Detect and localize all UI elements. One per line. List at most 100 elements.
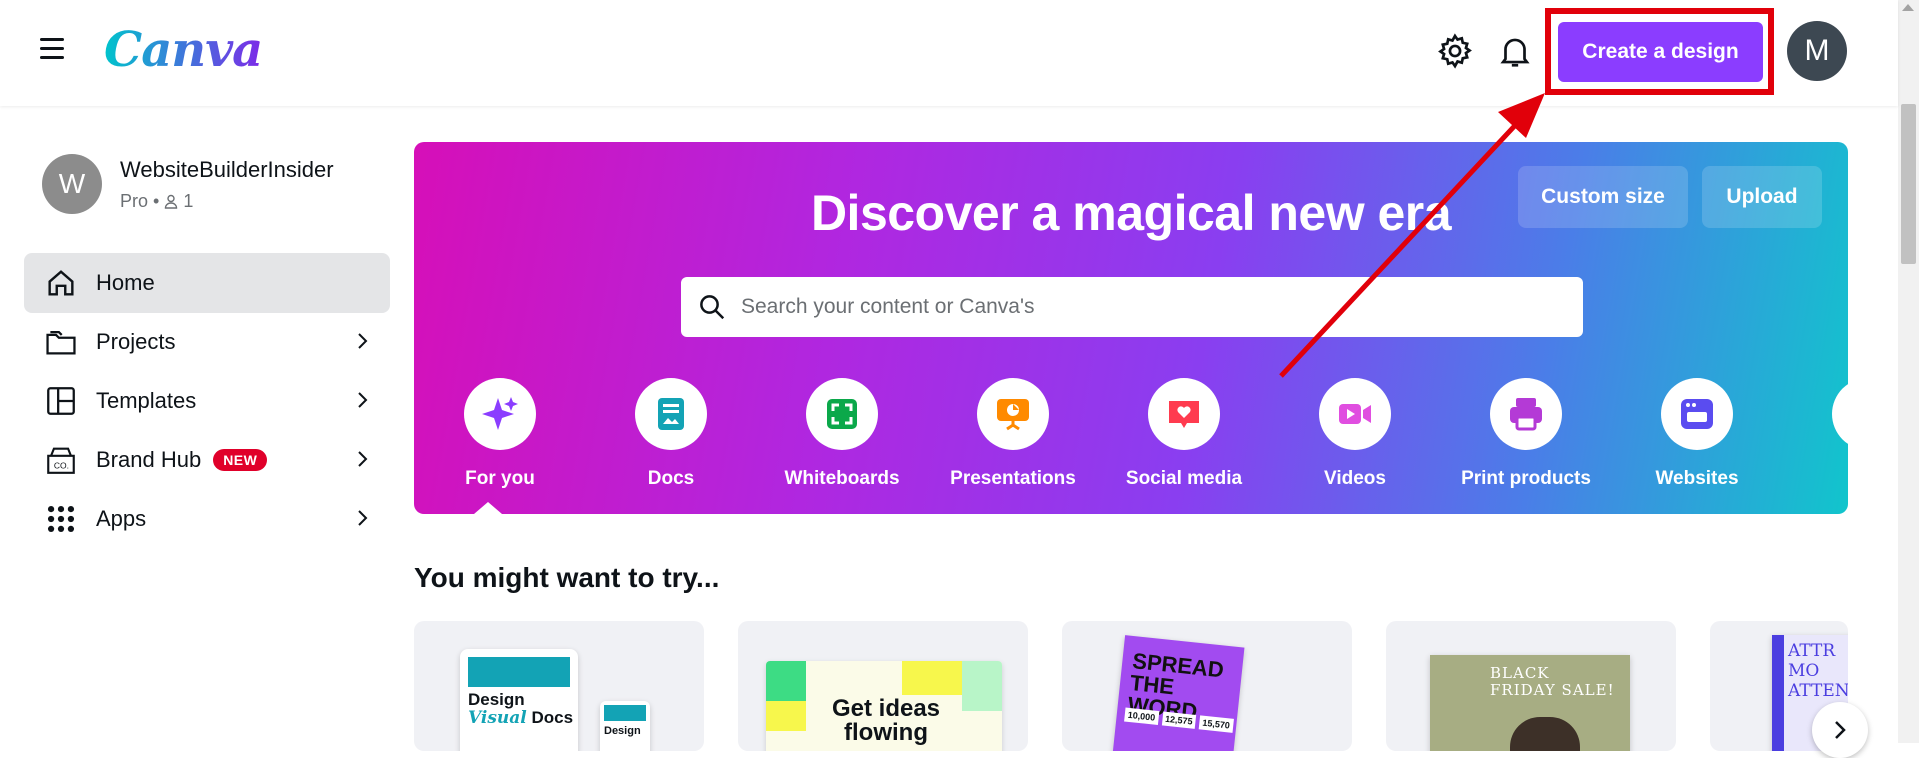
search-icon [700,295,725,320]
heart-icon [1169,401,1199,428]
account-switcher[interactable]: W WebsiteBuilderInsider Pro • 1 [42,154,334,214]
category-videos[interactable]: Videos [1270,378,1440,490]
canva-logo[interactable]: Canva [104,22,263,78]
poster-thumbnail: SPREAD THE WORD 10,000 12,575 15,570 [1111,635,1245,751]
partial-text: ATTR MO ATTEN [1788,641,1848,701]
category-presentations[interactable]: Presentations [928,378,1098,490]
category-docs[interactable]: Docs [586,378,756,490]
home-icon [48,270,74,296]
apps-grid-icon [47,505,75,533]
hero-banner: Discover a magical new era Custom size U… [414,142,1848,514]
flyer-thumbnail: BLACK FRIDAY SALE! [1430,655,1630,751]
whiteboard-icon [827,399,857,429]
menu-icon[interactable] [40,38,68,64]
category-circle [977,378,1049,450]
search-bar[interactable] [681,277,1583,337]
templates-icon [47,387,75,415]
team-name: WebsiteBuilderInsider [120,156,334,182]
category-label: M [1783,468,1848,490]
flyer-line1: BLACK [1490,664,1550,682]
category-social-media[interactable]: Social media [1099,378,1269,490]
category-more[interactable]: M [1783,378,1848,490]
category-label: Docs [647,468,695,489]
suggestion-card-whiteboard[interactable]: Get ideas flowing [738,621,1028,751]
carousel-next-button[interactable] [1812,702,1868,758]
doc-heading-line1: Design [468,690,525,709]
brand-hub-icon: CO. [47,447,75,474]
poster-stat: 10,000 [1124,707,1159,725]
team-avatar: W [42,154,102,214]
doc-heading-italic: Visual [468,708,527,728]
category-circle [1832,378,1848,450]
category-circle [806,378,878,450]
scroll-thumb[interactable] [1901,104,1916,264]
flyer-line2: FRIDAY SALE! [1490,681,1615,699]
doc-mini-label: Design [604,725,641,737]
category-circle [1490,378,1562,450]
chevron-right-icon [1835,721,1846,739]
category-circle [1319,378,1391,450]
member-count: 1 [183,190,194,211]
scroll-up-arrow-icon[interactable] [1902,4,1914,11]
sidebar: W WebsiteBuilderInsider Pro • 1 Home Pro… [0,106,400,743]
notifications-bell-icon[interactable] [1496,32,1534,70]
team-plan: Pro [120,190,149,211]
sidebar-item-apps[interactable]: Apps [24,489,390,549]
suggestion-card-flyer[interactable]: BLACK FRIDAY SALE! [1386,621,1676,751]
category-label: Whiteboards [784,468,900,489]
website-icon [1681,399,1713,429]
suggestion-card-docs[interactable]: Design Visual Docs Design [414,621,704,751]
sidebar-item-label: Projects [96,329,176,354]
chevron-right-icon [358,451,368,467]
doc-mini-thumbnail: Design [600,701,650,751]
team-plan-line: Pro • 1 [120,190,194,211]
svg-text:CO.: CO. [54,461,69,471]
search-input[interactable] [741,295,1561,319]
sidebar-item-label: Home [96,270,155,295]
folder-icon [46,330,76,355]
doc-mini-image-block [604,705,646,721]
chevron-right-icon [358,392,368,408]
category-websites[interactable]: Websites [1612,378,1782,490]
top-bar: Canva Create a design M [0,0,1898,106]
poster-stat: 12,575 [1161,711,1197,729]
suggestion-card-poster[interactable]: SPREAD THE WORD 10,000 12,575 15,570 [1062,621,1352,751]
doc-thumbnail: Design Visual Docs [460,649,578,751]
whiteboard-thumbnail: Get ideas flowing [766,661,1002,751]
sidebar-item-brand-hub[interactable]: CO. Brand Hub NEW [24,430,390,490]
category-label: Print products [1461,468,1591,489]
category-whiteboards[interactable]: Whiteboards [757,378,927,490]
category-circle [635,378,707,450]
category-circle [1148,378,1220,450]
sidebar-item-label: Apps [96,506,147,531]
sticky-note-yellow-2 [902,661,962,695]
new-badge: NEW [213,449,268,471]
sidebar-item-label: Brand Hub [96,447,202,472]
category-print-products[interactable]: Print products [1441,378,1611,490]
page-scrollbar[interactable] [1898,0,1919,743]
chevron-right-icon [358,510,368,526]
sidebar-item-label: Templates [96,388,197,413]
category-label: For you [465,468,535,489]
sidebar-item-projects[interactable]: Projects [24,312,390,372]
custom-size-button[interactable]: Custom size [1518,166,1688,228]
upload-button[interactable]: Upload [1702,166,1822,228]
category-label: Social media [1125,468,1243,489]
sparkle-icon [482,397,518,430]
doc-heading: Design Visual Docs [468,690,573,728]
poster-stat: 15,570 [1198,715,1234,733]
category-for-you[interactable]: For you [415,378,585,490]
presentation-icon [997,399,1029,431]
settings-gear-icon[interactable] [1436,32,1474,70]
user-avatar[interactable]: M [1787,21,1847,81]
sticky-note-green [766,661,806,701]
category-label: Websites [1655,468,1739,489]
printer-icon [1510,398,1542,431]
selected-category-pointer [474,502,502,514]
sidebar-item-home[interactable]: Home [24,253,390,313]
category-label: Videos [1324,468,1386,489]
sidebar-item-templates[interactable]: Templates [24,371,390,431]
doc-image-block [468,657,570,687]
docs-icon [658,398,684,430]
create-design-button[interactable]: Create a design [1558,22,1763,82]
